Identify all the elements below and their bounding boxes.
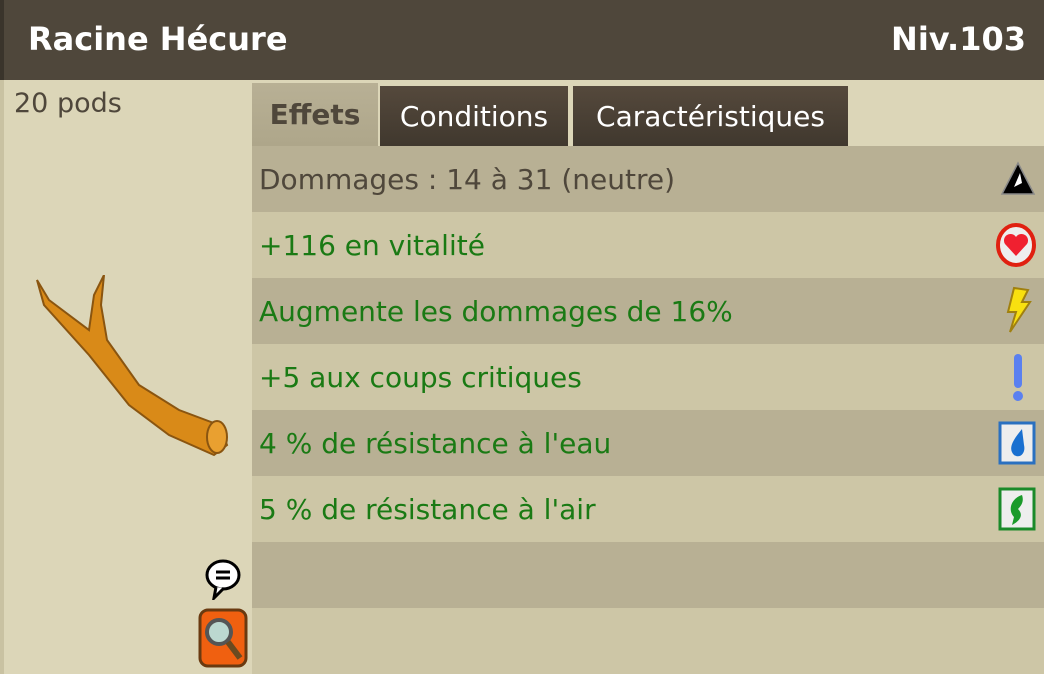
effect-row: Augmente les dommages de 16% — [252, 278, 1044, 344]
effect-row: +5 aux coups critiques — [252, 344, 1044, 410]
lightning-icon — [1006, 286, 1032, 333]
item-level: Niv.103 — [891, 20, 1026, 58]
effect-text: 5 % de résistance à l'air — [259, 492, 596, 526]
exclamation-icon — [1013, 354, 1023, 401]
effect-row: Dommages : 14 à 31 (neutre) — [252, 146, 1044, 212]
effect-row: 4 % de résistance à l'eau — [252, 410, 1044, 476]
effect-text: Dommages : 14 à 31 (neutre) — [259, 162, 676, 196]
magnifier-icon[interactable] — [198, 608, 248, 668]
effect-text: +116 en vitalité — [259, 228, 485, 262]
item-name: Racine Hécure — [28, 20, 288, 58]
item-header: Racine Hécure Niv.103 — [0, 0, 1044, 80]
empty-row — [252, 608, 1044, 674]
empty-row — [252, 542, 1044, 608]
effect-text: 4 % de résistance à l'eau — [259, 426, 612, 460]
effect-row: +116 en vitalité — [252, 212, 1044, 278]
effect-text: Augmente les dommages de 16% — [259, 294, 733, 328]
effect-row: 5 % de résistance à l'air — [252, 476, 1044, 542]
neutral-icon — [1000, 161, 1036, 195]
item-image — [36, 275, 229, 457]
heart-icon — [996, 223, 1036, 267]
item-panel: 20 pods — [0, 80, 252, 674]
tab-caracteristiques[interactable]: Caractéristiques — [573, 86, 848, 146]
item-weight: 20 pods — [14, 88, 122, 119]
effect-text: +5 aux coups critiques — [259, 360, 582, 394]
air-icon — [998, 487, 1036, 531]
water-drop-icon — [998, 421, 1036, 465]
tab-conditions[interactable]: Conditions — [380, 86, 568, 146]
tab-effets[interactable]: Effets — [252, 83, 378, 146]
chat-icon[interactable] — [204, 558, 242, 600]
